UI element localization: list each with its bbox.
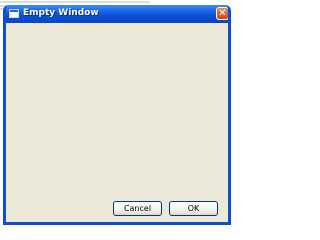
empty-window-dialog: Empty Window ✕ Cancel OK [3, 5, 231, 225]
cancel-button[interactable]: Cancel [113, 201, 162, 216]
window-title: Empty Window [23, 8, 99, 18]
window-icon [9, 9, 19, 18]
close-button[interactable]: ✕ [216, 7, 228, 20]
ok-button[interactable]: OK [169, 201, 218, 216]
window-content-area: Cancel OK [6, 23, 228, 222]
title-bar[interactable]: Empty Window ✕ [6, 5, 228, 23]
